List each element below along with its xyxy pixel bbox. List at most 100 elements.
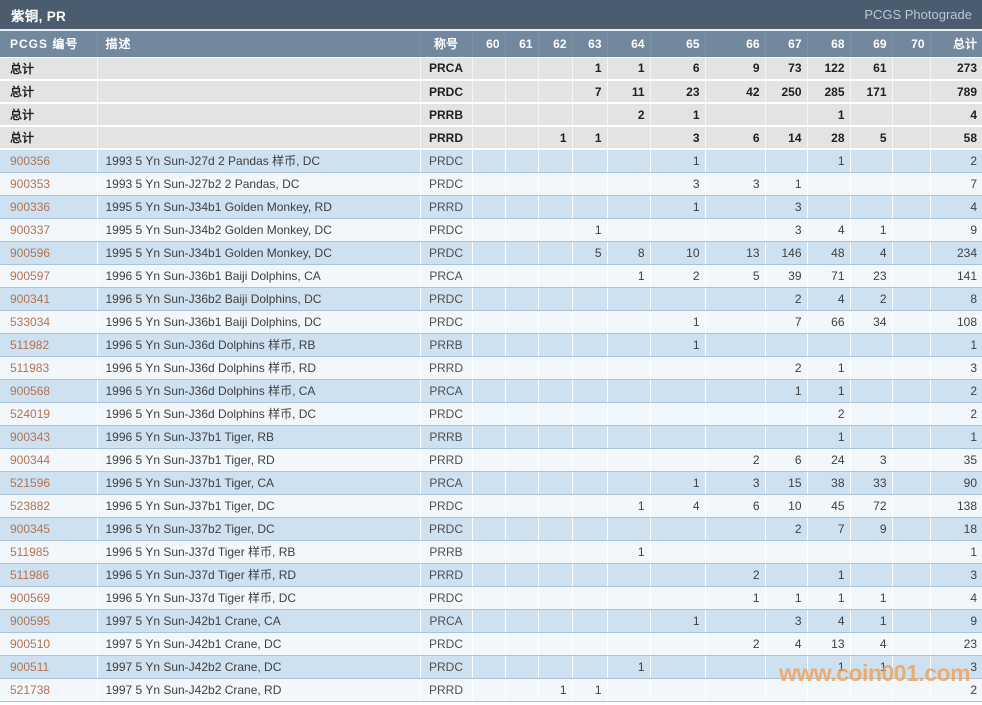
pcgs-id-cell[interactable]: 900344 <box>0 448 98 472</box>
pcgs-id-cell[interactable]: 521738 <box>0 678 98 702</box>
count-65-cell <box>650 678 706 702</box>
table-row: 900343 1996 5 Yn Sun-J37b1 Tiger, RB PRR… <box>0 425 982 449</box>
grade-designation-cell: PRRB <box>420 333 473 357</box>
count-69-cell: 72 <box>850 494 893 518</box>
count-62-cell <box>538 379 573 403</box>
count-61-cell <box>505 195 539 219</box>
count-70-cell <box>892 241 931 265</box>
count-62-cell <box>538 218 573 242</box>
total-cell: 58 <box>930 126 982 150</box>
pcgs-id-cell[interactable]: 900341 <box>0 287 98 311</box>
pcgs-id-cell[interactable]: 900596 <box>0 241 98 265</box>
count-70-cell <box>892 632 931 656</box>
pcgs-id-cell[interactable]: 900336 <box>0 195 98 219</box>
grade-designation-cell: PRRB <box>420 540 473 564</box>
pcgs-id-cell[interactable]: 900345 <box>0 517 98 541</box>
count-65-cell <box>650 356 706 380</box>
pcgs-id-cell[interactable]: 900568 <box>0 379 98 403</box>
count-67-cell: 2 <box>765 517 808 541</box>
pcgs-id-cell[interactable]: 900353 <box>0 172 98 196</box>
count-69-cell: 23 <box>850 264 893 288</box>
count-64-cell <box>607 172 651 196</box>
count-66-cell <box>705 103 766 127</box>
total-cell: 3 <box>930 655 982 679</box>
description-cell: 1996 5 Yn Sun-J37b1 Tiger, DC <box>97 494 421 518</box>
description-cell: 1996 5 Yn Sun-J36b1 Baiji Dolphins, DC <box>97 310 421 334</box>
count-63-cell <box>572 425 608 449</box>
count-60-cell <box>472 172 506 196</box>
count-69-cell <box>850 402 893 426</box>
count-67-cell: 3 <box>765 195 808 219</box>
pcgs-id-cell[interactable]: 511983 <box>0 356 98 380</box>
pcgs-id-cell[interactable]: 524019 <box>0 402 98 426</box>
pcgs-id-cell[interactable]: 900510 <box>0 632 98 656</box>
count-70-cell <box>892 425 931 449</box>
total-cell: 35 <box>930 448 982 472</box>
description-cell <box>97 126 421 150</box>
description-cell: 1993 5 Yn Sun-J27d 2 Pandas 样币, DC <box>97 149 421 173</box>
pcgs-id-cell[interactable]: 900569 <box>0 586 98 610</box>
count-62-cell <box>538 448 573 472</box>
count-67-cell <box>765 402 808 426</box>
description-cell: 1996 5 Yn Sun-J37b2 Tiger, DC <box>97 517 421 541</box>
count-60-cell <box>472 80 506 104</box>
pcgs-id-cell[interactable]: 511986 <box>0 563 98 587</box>
count-63-cell <box>572 517 608 541</box>
pcgs-id-cell[interactable]: 900356 <box>0 149 98 173</box>
count-68-cell: 28 <box>807 126 851 150</box>
description-cell: 1996 5 Yn Sun-J36d Dolphins 样币, RB <box>97 333 421 357</box>
count-62-cell <box>538 264 573 288</box>
pcgs-id-cell[interactable]: 900597 <box>0 264 98 288</box>
count-63-cell: 1 <box>572 57 608 81</box>
col-header-69: 69 <box>850 31 893 58</box>
count-67-cell: 250 <box>765 80 808 104</box>
count-70-cell <box>892 586 931 610</box>
count-61-cell <box>505 218 539 242</box>
pcgs-id-cell[interactable]: 511982 <box>0 333 98 357</box>
count-67-cell: 1 <box>765 586 808 610</box>
count-67-cell <box>765 333 808 357</box>
pcgs-id-cell[interactable]: 533034 <box>0 310 98 334</box>
count-64-cell: 11 <box>607 80 651 104</box>
grade-designation-cell: PRDC <box>420 494 473 518</box>
pcgs-id-cell[interactable]: 900511 <box>0 655 98 679</box>
count-66-cell <box>705 356 766 380</box>
count-69-cell: 171 <box>850 80 893 104</box>
pcgs-id-cell[interactable]: 900343 <box>0 425 98 449</box>
count-66-cell: 2 <box>705 563 766 587</box>
grade-designation-cell: PRDC <box>420 655 473 679</box>
count-65-cell <box>650 517 706 541</box>
count-61-cell <box>505 402 539 426</box>
description-cell: 1995 5 Yn Sun-J34b1 Golden Monkey, RD <box>97 195 421 219</box>
col-header-64: 64 <box>607 31 651 58</box>
count-69-cell <box>850 425 893 449</box>
table-row: 900595 1997 5 Yn Sun-J42b1 Crane, CA PRC… <box>0 609 982 633</box>
count-62-cell <box>538 356 573 380</box>
count-66-cell: 42 <box>705 80 766 104</box>
pcgs-id-cell[interactable]: 900595 <box>0 609 98 633</box>
description-cell: 1996 5 Yn Sun-J37d Tiger 样币, RB <box>97 540 421 564</box>
count-60-cell <box>472 448 506 472</box>
grade-designation-cell: PRDC <box>420 586 473 610</box>
count-70-cell <box>892 126 931 150</box>
count-66-cell <box>705 655 766 679</box>
total-cell: 138 <box>930 494 982 518</box>
count-66-cell <box>705 425 766 449</box>
table-row: 511986 1996 5 Yn Sun-J37d Tiger 样币, RD P… <box>0 563 982 587</box>
pcgs-id-cell[interactable]: 900337 <box>0 218 98 242</box>
count-62-cell <box>538 540 573 564</box>
pcgs-id-cell[interactable]: 521596 <box>0 471 98 495</box>
count-60-cell <box>472 126 506 150</box>
count-65-cell <box>650 632 706 656</box>
count-60-cell <box>472 57 506 81</box>
pcgs-id-cell[interactable]: 523882 <box>0 494 98 518</box>
photograde-link[interactable]: PCGS Photograde <box>864 7 972 22</box>
count-67-cell: 7 <box>765 310 808 334</box>
count-66-cell <box>705 149 766 173</box>
count-67-cell: 73 <box>765 57 808 81</box>
count-66-cell: 3 <box>705 471 766 495</box>
description-cell: 1993 5 Yn Sun-J27b2 2 Pandas, DC <box>97 172 421 196</box>
pcgs-id-cell[interactable]: 511985 <box>0 540 98 564</box>
count-68-cell: 1 <box>807 103 851 127</box>
count-64-cell <box>607 149 651 173</box>
